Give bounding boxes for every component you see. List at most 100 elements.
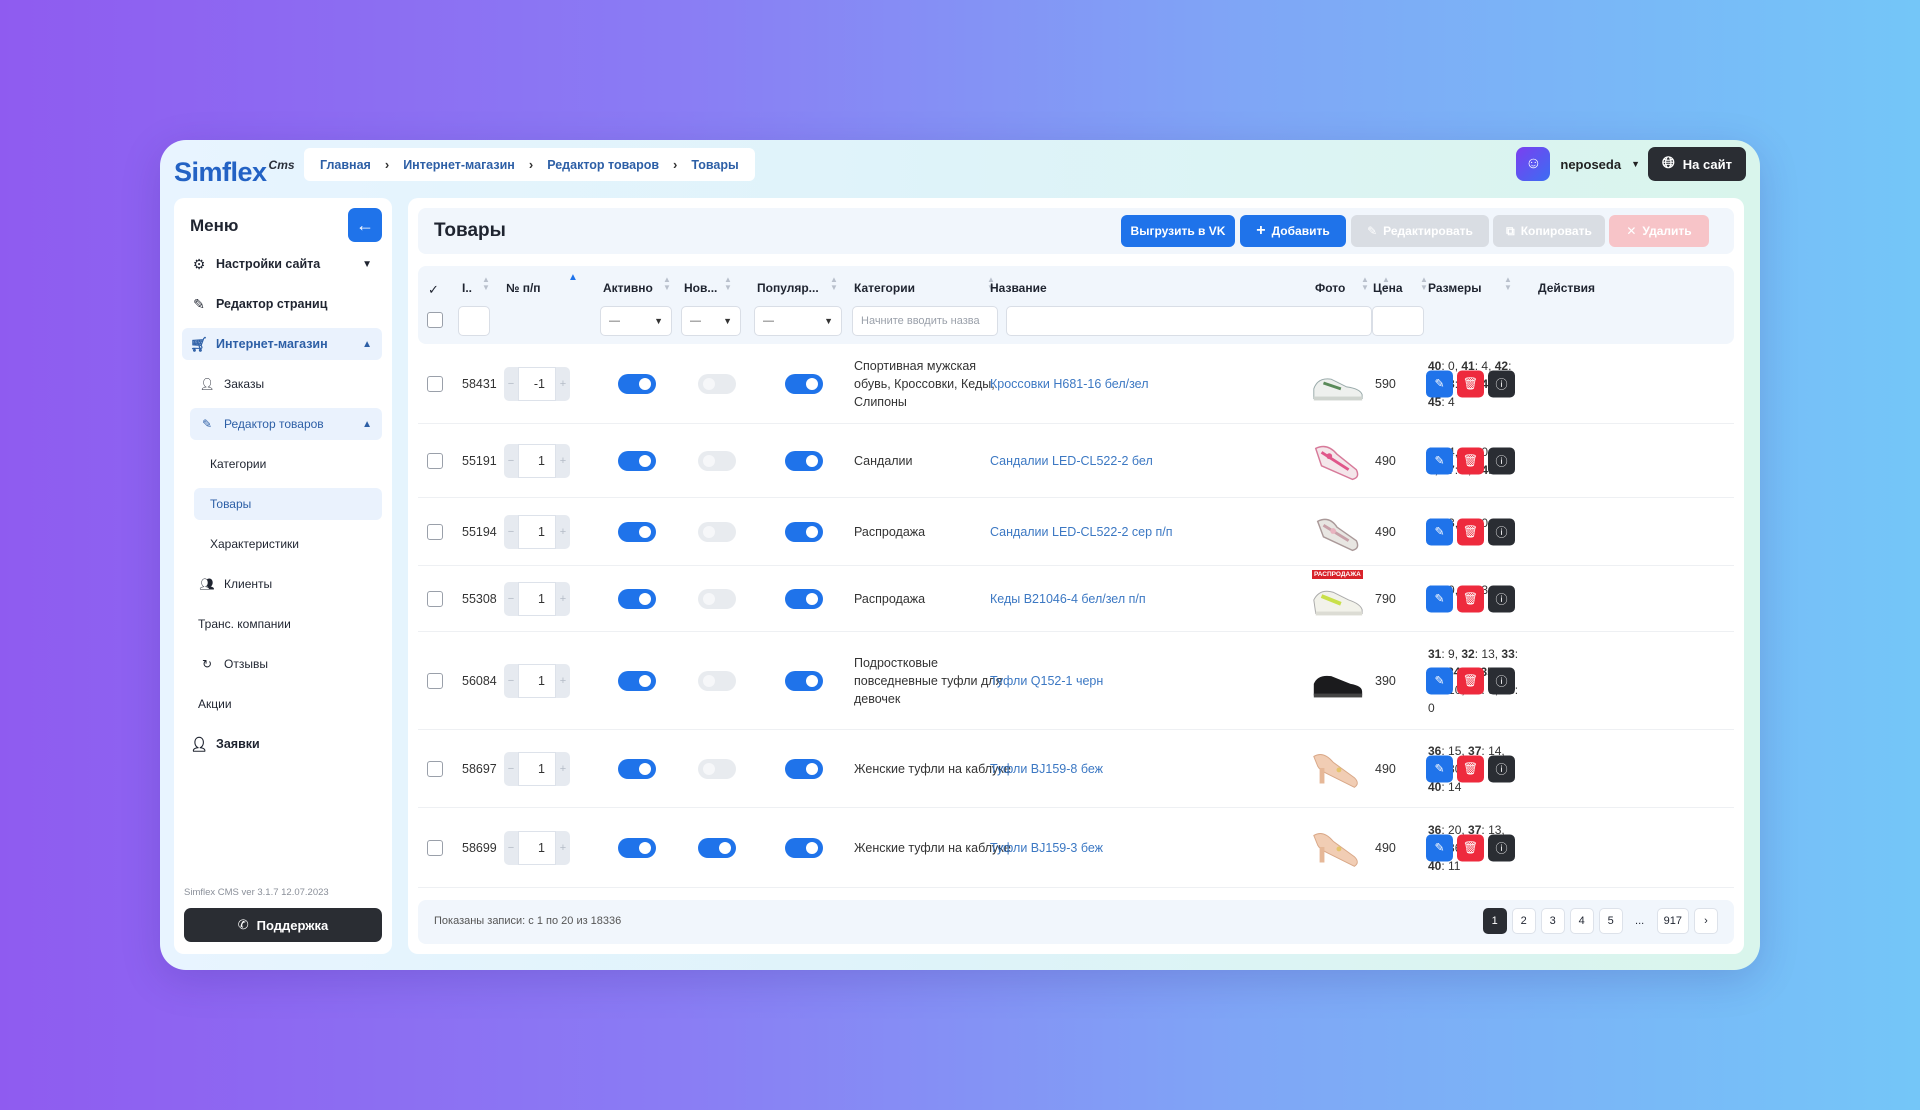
active-toggle[interactable] (618, 373, 656, 394)
product-name-link[interactable]: Кроссовки H681-16 бел/зел (990, 377, 1149, 391)
edit-row-button[interactable]: ✎ (1426, 518, 1453, 545)
decrement-button[interactable]: − (504, 830, 518, 865)
sort-icon[interactable]: ▲ ▼ (482, 276, 490, 292)
sidebar-item-categories[interactable]: Категории (182, 448, 382, 480)
sort-icon[interactable]: ▲ ▼ (663, 276, 671, 292)
column-header-new[interactable]: Нов... (684, 281, 717, 297)
popular-filter-select[interactable]: — ▼ (754, 306, 842, 336)
delete-row-button[interactable]: 🗑︎ (1457, 667, 1484, 694)
sidebar-item-products[interactable]: Товары (194, 488, 382, 520)
quantity-stepper[interactable]: − -1 + (504, 366, 570, 401)
popular-toggle[interactable] (785, 588, 823, 609)
sort-icon[interactable]: ▲ ▼ (830, 276, 838, 292)
product-photo[interactable] (1308, 823, 1366, 873)
product-name-link[interactable]: Сандалии LED-CL522-2 сер п/п (990, 525, 1173, 539)
row-checkbox[interactable] (427, 760, 443, 777)
breadcrumb-item-products[interactable]: Товары (691, 158, 738, 172)
order-number-input[interactable]: 1 (518, 663, 556, 698)
row-checkbox[interactable] (427, 590, 443, 607)
edit-row-button[interactable]: ✎ (1426, 755, 1453, 782)
increment-button[interactable]: + (556, 751, 570, 786)
table-row[interactable]: 58699−1 + Женские туфли на каблуке Туфли BJ… (418, 808, 1734, 888)
active-toggle[interactable] (618, 670, 656, 691)
product-name-link[interactable]: Туфли BJ159-8 беж (990, 762, 1103, 776)
new-filter-select[interactable]: — ▼ (681, 306, 741, 336)
sort-icon[interactable]: ▲ ▼ (724, 276, 732, 292)
increment-button[interactable]: + (556, 663, 570, 698)
user-menu[interactable]: ☺ neposeda ▼ (1516, 147, 1640, 181)
decrement-button[interactable]: − (504, 514, 518, 549)
edit-row-button[interactable]: ✎ (1426, 585, 1453, 612)
product-name-link[interactable]: Туфли Q152-1 черн (990, 674, 1103, 688)
new-toggle[interactable] (698, 588, 736, 609)
new-toggle[interactable] (698, 450, 736, 471)
column-header-categories[interactable]: Категории (854, 281, 915, 297)
new-toggle[interactable] (698, 373, 736, 394)
delete-row-button[interactable]: 🗑︎ (1457, 585, 1484, 612)
active-toggle[interactable] (618, 450, 656, 471)
breadcrumb-item-product-editor[interactable]: Редактор товаров (547, 158, 659, 172)
table-row[interactable]: 58697−1 + Женские туфли на каблуке Туфли BJ… (418, 730, 1734, 808)
column-header-popular[interactable]: Популяр... (757, 281, 819, 297)
increment-button[interactable]: + (556, 366, 570, 401)
sidebar-item-product-editor[interactable]: ✎ Редактор товаров ▲ (190, 408, 382, 440)
sort-asc-icon[interactable]: ▲ (568, 273, 578, 283)
info-row-button[interactable]: ⓘ (1488, 667, 1515, 694)
decrement-button[interactable]: − (504, 751, 518, 786)
active-filter-select[interactable]: — ▼ (600, 306, 672, 336)
new-toggle[interactable] (698, 837, 736, 858)
name-filter-input[interactable] (1006, 306, 1372, 336)
sidebar-item-reviews[interactable]: ↻ Отзывы (182, 648, 382, 680)
active-toggle[interactable] (618, 521, 656, 542)
row-checkbox[interactable] (427, 672, 443, 689)
quantity-stepper[interactable]: −1 + (504, 443, 570, 478)
quantity-stepper[interactable]: −1 + (504, 751, 570, 786)
logo[interactable]: Simflex Cms (174, 148, 295, 188)
quantity-stepper[interactable]: −1 + (504, 514, 570, 549)
active-toggle[interactable] (618, 588, 656, 609)
table-row[interactable]: 55308−1 + Распродажа Кеды B21046-4 бел/зел … (418, 566, 1734, 632)
popular-toggle[interactable] (785, 670, 823, 691)
decrement-button[interactable]: − (504, 581, 518, 616)
page-button[interactable]: 1 (1482, 908, 1507, 934)
select-all-checkbox[interactable] (427, 312, 443, 328)
quantity-stepper[interactable]: −1 + (504, 830, 570, 865)
copy-button[interactable]: ⧉ Копировать (1493, 215, 1605, 247)
page-button[interactable]: 5 (1598, 908, 1623, 934)
order-number-input[interactable]: 1 (518, 830, 556, 865)
table-row[interactable]: 55191−1 + Сандалии Сандалии LED-CL522-2 бел… (418, 424, 1734, 498)
popular-toggle[interactable] (785, 373, 823, 394)
sidebar-item-promotions[interactable]: Акции (182, 688, 382, 720)
sidebar-item-transport[interactable]: Транс. компании (182, 608, 382, 640)
active-toggle[interactable] (618, 758, 656, 779)
edit-row-button[interactable]: ✎ (1426, 834, 1453, 861)
product-name-link[interactable]: Кеды B21046-4 бел/зел п/п (990, 592, 1146, 606)
column-header-active[interactable]: Активно (603, 281, 653, 297)
table-row[interactable]: 58431− -1 + Спортивная мужская обувь, Кросс… (418, 344, 1734, 424)
decrement-button[interactable]: − (504, 443, 518, 478)
new-toggle[interactable] (698, 670, 736, 691)
delete-row-button[interactable]: 🗑︎ (1457, 518, 1484, 545)
active-toggle[interactable] (618, 837, 656, 858)
product-photo[interactable] (1308, 359, 1366, 409)
product-photo[interactable] (1308, 436, 1366, 486)
page-button[interactable]: 4 (1569, 908, 1594, 934)
page-button[interactable]: 2 (1511, 908, 1536, 934)
next-page-button[interactable]: › (1694, 908, 1718, 934)
page-button[interactable]: 917 (1656, 908, 1689, 934)
order-number-input[interactable]: -1 (518, 366, 556, 401)
popular-toggle[interactable] (785, 450, 823, 471)
new-toggle[interactable] (698, 758, 736, 779)
sidebar-item-requests[interactable]: 👤︎ Заявки (182, 728, 382, 760)
popular-toggle[interactable] (785, 837, 823, 858)
decrement-button[interactable]: − (504, 663, 518, 698)
breadcrumb-item-home[interactable]: Главная (320, 158, 371, 172)
order-number-input[interactable]: 1 (518, 443, 556, 478)
delete-row-button[interactable]: 🗑︎ (1457, 447, 1484, 474)
sidebar-item-page-editor[interactable]: ✎ Редактор страниц (182, 288, 382, 320)
support-button[interactable]: ✆ Поддержка (184, 908, 382, 942)
row-checkbox[interactable] (427, 839, 443, 856)
column-header-price[interactable]: Цена (1373, 281, 1403, 297)
delete-row-button[interactable]: 🗑︎ (1457, 755, 1484, 782)
product-name-link[interactable]: Сандалии LED-CL522-2 бел (990, 454, 1153, 468)
